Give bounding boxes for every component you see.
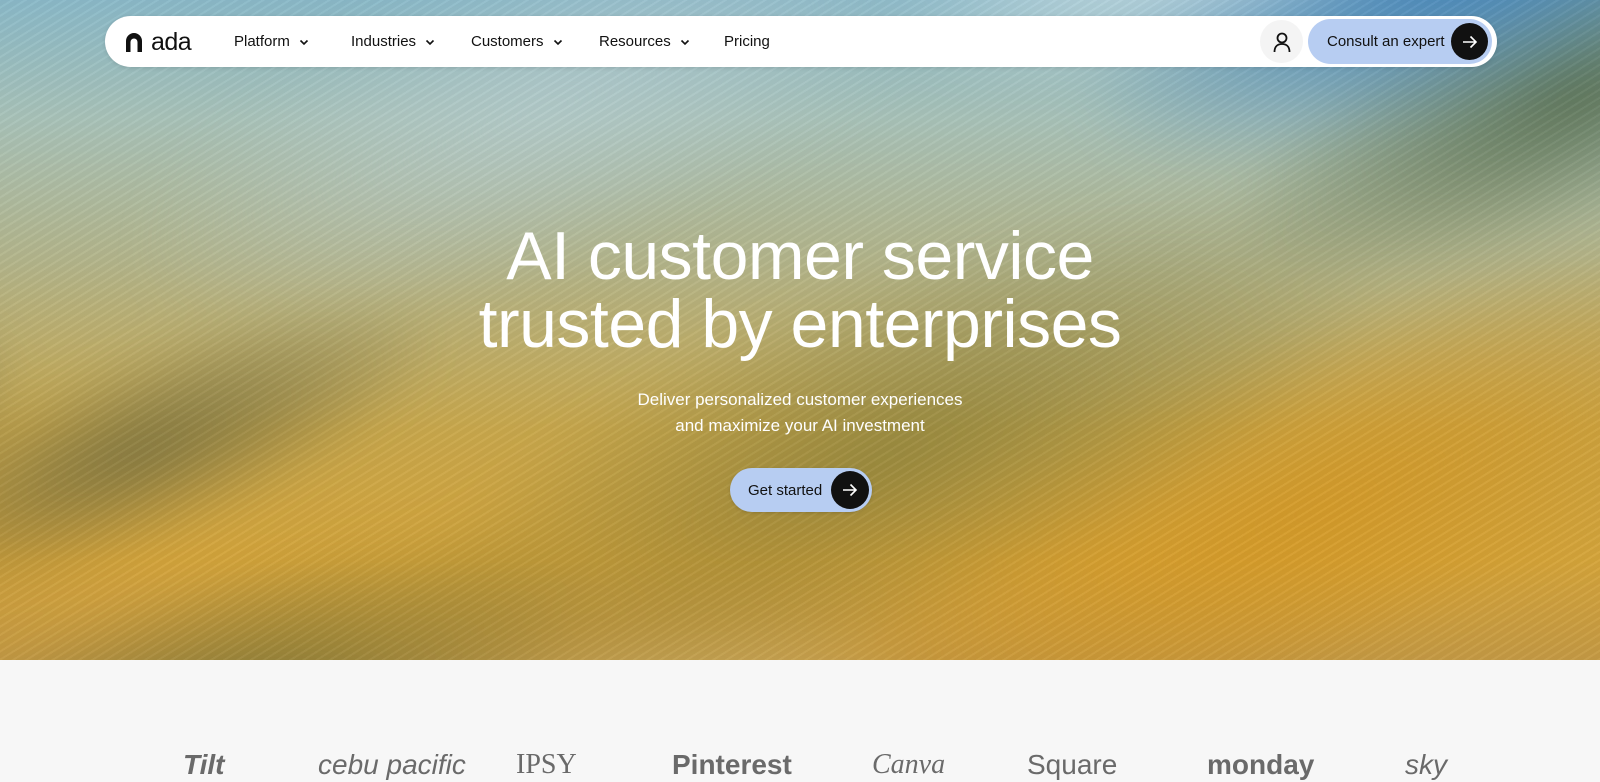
arrow-right-icon — [1451, 23, 1488, 60]
nav-pricing[interactable]: Pricing — [724, 16, 770, 67]
nav-resources-label: Resources — [599, 33, 671, 50]
logo-text: ada — [151, 28, 192, 56]
nav-industries[interactable]: Industries — [351, 16, 435, 67]
get-started-button[interactable]: Get started — [730, 468, 872, 512]
subhead-line-2: and maximize your AI investment — [675, 416, 925, 435]
top-navbar: ada Platform Industries Customers Resour… — [105, 16, 1497, 67]
customer-logo-strip — [0, 660, 1600, 770]
consult-expert-label: Consult an expert — [1327, 33, 1445, 50]
logo-canva: Canva — [872, 749, 946, 780]
logo-monday: monday — [1207, 749, 1315, 780]
nav-customers-label: Customers — [471, 33, 544, 50]
chevron-down-icon — [680, 39, 689, 45]
nav-customers[interactable]: Customers — [471, 16, 563, 67]
chevron-down-icon — [299, 39, 308, 45]
chevron-down-icon — [425, 39, 435, 45]
ada-logo[interactable]: ada — [123, 28, 192, 56]
nav-platform[interactable]: Platform — [234, 16, 309, 67]
account-button[interactable] — [1260, 20, 1303, 63]
hero-subheading: Deliver personalized customer experience… — [0, 387, 1600, 439]
subhead-line-1: Deliver personalized customer experience… — [637, 390, 963, 409]
nav-platform-label: Platform — [234, 33, 290, 50]
nav-pricing-label: Pricing — [724, 33, 770, 50]
consult-expert-button[interactable]: Consult an expert — [1308, 19, 1492, 64]
nav-resources[interactable]: Resources — [599, 16, 690, 67]
user-icon — [1273, 32, 1290, 52]
logo-cebu-pacific: cebu pacific — [318, 749, 466, 780]
logo-ipsy: IPSY — [516, 749, 577, 780]
headline-line-1: AI customer service — [506, 218, 1094, 294]
logo-pinterest: Pinterest — [672, 749, 792, 780]
arrow-right-icon — [831, 471, 869, 509]
logo-sky: sky — [1405, 749, 1447, 780]
logo-square: Square — [1027, 749, 1118, 780]
nav-industries-label: Industries — [351, 33, 417, 50]
logo-tilt: Tilt — [183, 749, 225, 780]
headline-line-2: trusted by enterprises — [478, 286, 1122, 362]
get-started-label: Get started — [748, 481, 823, 499]
ada-logo-icon — [126, 33, 142, 52]
chevron-down-icon — [553, 39, 562, 45]
hero-headline: AI customer service trusted by enterpris… — [0, 222, 1600, 358]
